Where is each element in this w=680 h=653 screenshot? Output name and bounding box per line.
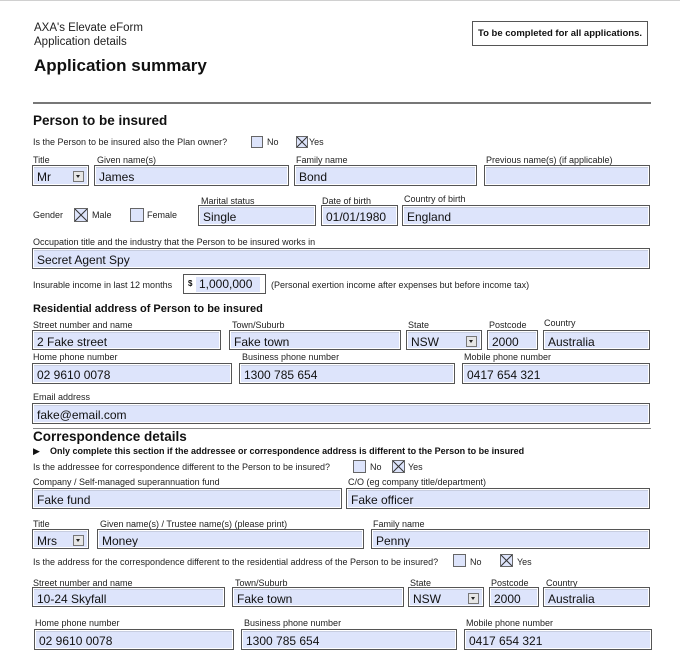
residential-address-title: Residential address of Person to be insu… [33,303,263,315]
gender-male-label: Male [92,210,112,220]
page-subtitle: Application details [34,36,127,48]
dropdown-arrow-icon[interactable] [466,336,477,347]
dropdown-arrow-icon[interactable] [468,593,479,604]
gender-female-checkbox[interactable] [130,208,144,222]
res-home-phone-input[interactable]: 02 9610 0078 [32,363,232,384]
res-state-label: State [408,320,430,330]
plan-owner-no-checkbox[interactable] [251,136,263,148]
title-label: Title [33,155,50,165]
dropdown-arrow-icon[interactable] [73,171,84,182]
corr-given-name-label: Given name(s) / Trustee name(s) (please … [100,519,288,529]
addressee-no-label: No [370,462,382,472]
country-of-birth-label: Country of birth [404,194,466,204]
title-select[interactable]: Mr [32,165,89,186]
app-name: AXA's Elevate eForm [34,22,143,34]
x-check-icon [297,137,307,147]
corr-family-name-input[interactable]: Penny [371,529,650,549]
plan-owner-question: Is the Person to be insured also the Pla… [33,137,228,147]
plan-owner-yes-checkbox[interactable] [296,136,308,148]
res-street-label: Street number and name [33,320,133,330]
corr-state-select[interactable]: NSW [408,587,484,607]
corr-home-phone-label: Home phone number [35,618,120,628]
currency-symbol: $ [188,279,193,288]
res-town-input[interactable]: Fake town [229,330,401,350]
res-state-select[interactable]: NSW [406,330,482,350]
res-mobile-phone-label: Mobile phone number [464,352,552,362]
marital-status-input[interactable]: Single [198,205,316,226]
gender-female-label: Female [147,210,178,220]
res-street-input[interactable]: 2 Fake street [32,330,221,350]
res-business-phone-label: Business phone number [242,352,340,362]
occupation-label: Occupation title and the industry that t… [33,237,316,247]
occupation-input[interactable]: Secret Agent Spy [32,248,650,269]
given-name-input[interactable]: James [94,165,289,186]
res-postcode-label: Postcode [489,320,527,330]
x-check-icon [393,461,404,472]
corr-street-input[interactable]: 10-24 Skyfall [32,587,225,607]
dob-input[interactable]: 01/01/1980 [321,205,398,226]
address-no-label: No [470,557,482,567]
plan-owner-yes-label: Yes [309,137,324,147]
family-name-input[interactable]: Bond [294,165,477,186]
income-note: (Personal exertion income after expenses… [271,280,530,290]
corr-business-phone-label: Business phone number [244,618,342,628]
email-input[interactable]: fake@email.com [32,403,650,424]
corr-family-name-label: Family name [373,519,425,529]
address-yes-checkbox[interactable] [500,554,513,567]
res-country-input[interactable]: Australia [543,330,650,350]
bullet-arrow-icon: ▶ [33,446,40,456]
x-check-icon [75,209,87,221]
page-title: Application summary [34,56,207,75]
correspondence-instruction: Only complete this section if the addres… [50,446,525,456]
res-postcode-input[interactable]: 2000 [487,330,538,350]
section-title-person: Person to be insured [33,113,168,128]
res-country-label: Country [544,318,576,328]
x-check-icon [501,555,512,566]
previous-name-input[interactable] [484,165,650,186]
corr-country-input[interactable]: Australia [543,587,650,607]
corr-mobile-phone-label: Mobile phone number [466,618,554,628]
res-business-phone-input[interactable]: 1300 785 654 [239,363,455,384]
addressee-yes-checkbox[interactable] [392,460,405,473]
company-input[interactable]: Fake fund [32,488,342,509]
income-label: Insurable income in last 12 months [33,280,173,290]
corr-given-name-input[interactable]: Money [97,529,364,549]
dropdown-arrow-icon[interactable] [73,535,84,546]
email-label: Email address [33,392,91,402]
top-border [0,0,680,1]
address-no-checkbox[interactable] [453,554,466,567]
income-input[interactable]: $ 1,000,000 [183,274,266,294]
gender-label: Gender [33,210,64,220]
family-name-label: Family name [296,155,348,165]
country-of-birth-input[interactable]: England [402,205,650,226]
addressee-yes-label: Yes [408,462,423,472]
address-yes-label: Yes [517,557,532,567]
co-label: C/O (eg company title/department) [348,477,487,487]
res-town-label: Town/Suburb [232,320,285,330]
addressee-question: Is the addressee for correspondence diff… [33,462,331,472]
given-name-label: Given name(s) [97,155,157,165]
res-home-phone-label: Home phone number [33,352,118,362]
corr-business-phone-input[interactable]: 1300 785 654 [241,629,457,650]
section-title-correspondence: Correspondence details [33,429,187,444]
res-mobile-phone-input[interactable]: 0417 654 321 [462,363,650,384]
addressee-no-checkbox[interactable] [353,460,366,473]
corr-postcode-input[interactable]: 2000 [489,587,539,607]
address-question: Is the address for the correspondence di… [33,557,439,567]
title-value: Mr [37,170,51,184]
corr-title-label: Title [33,519,50,529]
plan-owner-no-label: No [267,137,279,147]
header-divider [33,102,651,104]
gender-male-checkbox[interactable] [74,208,88,222]
corr-home-phone-input[interactable]: 02 9610 0078 [34,629,234,650]
corr-town-input[interactable]: Fake town [232,587,404,607]
previous-name-label: Previous name(s) (if applicable) [486,155,613,165]
notice-box: To be completed for all applications. [472,21,648,46]
corr-mobile-phone-input[interactable]: 0417 654 321 [464,629,652,650]
corr-title-select[interactable]: Mrs [32,529,89,549]
company-label: Company / Self-managed superannuation fu… [33,477,220,487]
co-input[interactable]: Fake officer [346,488,650,509]
